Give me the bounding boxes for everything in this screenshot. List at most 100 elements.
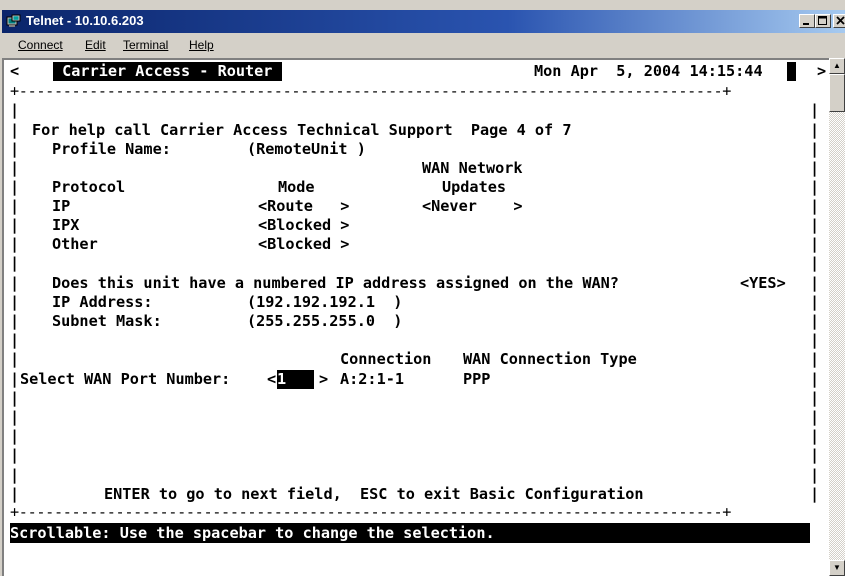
close-button[interactable] bbox=[833, 14, 845, 28]
wan-port-label: Select WAN Port Number: bbox=[20, 370, 231, 388]
border-left-12: | bbox=[10, 312, 20, 330]
terminal-screen[interactable]: < Carrier Access - Router Mon Apr 5, 200… bbox=[2, 58, 829, 576]
wan-port-number-padding bbox=[286, 370, 313, 388]
border-right-21: | bbox=[810, 485, 820, 503]
protocol-other: Other bbox=[52, 235, 98, 253]
border-left-19: | bbox=[10, 446, 20, 464]
border-right-17: | bbox=[810, 408, 820, 426]
header-title: Carrier Access - Router bbox=[53, 62, 282, 81]
help-line: For help call Carrier Access Technical S… bbox=[32, 121, 572, 139]
border-right-14: | bbox=[810, 350, 820, 368]
border-left-6: | bbox=[10, 197, 20, 215]
border-right-16: | bbox=[810, 389, 820, 407]
mode-other-selector[interactable]: <Blocked > bbox=[258, 235, 349, 254]
border-left-10: | bbox=[10, 274, 20, 292]
profile-name-label: Profile Name: bbox=[52, 140, 171, 158]
mode-ip-selector[interactable]: <Route > bbox=[258, 197, 349, 216]
border-left-13: | bbox=[10, 331, 20, 349]
border-left-3: | bbox=[10, 140, 20, 158]
border-left-4: | bbox=[10, 159, 20, 177]
border-left-18: | bbox=[10, 427, 20, 445]
border-right-12: | bbox=[810, 312, 820, 330]
minimize-icon bbox=[803, 23, 809, 25]
border-right-7: | bbox=[810, 216, 820, 234]
telnet-app-icon bbox=[6, 14, 21, 28]
footer-hint: ENTER to go to next field, ESC to exit B… bbox=[104, 485, 644, 503]
border-right-6: | bbox=[810, 197, 820, 215]
text-cursor bbox=[787, 62, 796, 81]
menu-connect[interactable]: Connect bbox=[18, 38, 63, 52]
menu-terminal[interactable]: Terminal bbox=[123, 38, 168, 52]
status-line: Scrollable: Use the spacebar to change t… bbox=[10, 523, 810, 543]
header-datetime: Mon Apr 5, 2004 14:15:44 bbox=[534, 62, 763, 80]
terminal-text-area: < Carrier Access - Router Mon Apr 5, 200… bbox=[10, 60, 827, 560]
border-right-19: | bbox=[810, 446, 820, 464]
mode-ipx-selector[interactable]: <Blocked > bbox=[258, 216, 349, 235]
menu-bar: Connect Edit Terminal Help bbox=[2, 34, 845, 54]
maximize-icon bbox=[818, 16, 827, 25]
protocol-ip: IP bbox=[52, 197, 71, 215]
border-bottom: +---------------------------------------… bbox=[10, 503, 732, 521]
subnet-mask-field[interactable]: (255.255.255.0 ) bbox=[247, 312, 402, 331]
profile-name-field[interactable]: (RemoteUnit ) bbox=[247, 140, 366, 159]
title-bar[interactable]: Telnet - 10.10.6.203 bbox=[2, 10, 845, 33]
window-title: Telnet - 10.10.6.203 bbox=[26, 13, 144, 28]
minimize-button[interactable] bbox=[799, 14, 815, 28]
ip-address-label: IP Address: bbox=[52, 293, 153, 311]
numbered-ip-selector[interactable]: <YES> bbox=[740, 274, 786, 293]
connection-value: A:2:1-1 bbox=[340, 370, 405, 388]
border-right-4: | bbox=[810, 159, 820, 177]
subnet-mask-label: Subnet Mask: bbox=[52, 312, 162, 330]
menu-help[interactable]: Help bbox=[189, 38, 214, 52]
connection-header: Connection bbox=[340, 350, 432, 368]
ip-address-field[interactable]: (192.192.192.1 ) bbox=[247, 293, 402, 312]
wan-port-open-bracket: < bbox=[267, 370, 277, 388]
wan-port-number-value: 1 bbox=[277, 370, 287, 388]
updates-ip-selector[interactable]: <Never > bbox=[422, 197, 523, 216]
border-right-3: | bbox=[810, 140, 820, 158]
border-right-13: | bbox=[810, 331, 820, 349]
wan-connection-type-header: WAN Connection Type bbox=[463, 350, 637, 368]
wan-port-close-bracket: > bbox=[319, 370, 329, 388]
protocol-header: Protocol bbox=[52, 178, 126, 196]
border-left-15: | bbox=[10, 370, 20, 388]
border-left-14: | bbox=[10, 350, 20, 368]
border-left-8: | bbox=[10, 235, 20, 253]
updates-header: Updates bbox=[442, 178, 507, 196]
scroll-thumb[interactable] bbox=[829, 74, 845, 112]
border-right-15: | bbox=[810, 370, 820, 388]
border-left-16: | bbox=[10, 389, 20, 407]
border-left-20: | bbox=[10, 466, 20, 484]
border-right-11: | bbox=[810, 293, 820, 311]
telnet-window: Telnet - 10.10.6.203 Connect Edit Termin… bbox=[0, 0, 845, 576]
border-right-5: | bbox=[810, 178, 820, 196]
menu-edit-label: Edit bbox=[85, 38, 106, 52]
menu-edit[interactable]: Edit bbox=[85, 38, 106, 52]
border-right-20: | bbox=[810, 466, 820, 484]
border-left-5: | bbox=[10, 178, 20, 196]
mode-header: Mode bbox=[278, 178, 315, 196]
scroll-down-button[interactable]: ▼ bbox=[829, 560, 845, 576]
border-right-18: | bbox=[810, 427, 820, 445]
vertical-scrollbar[interactable]: ▲ ▼ bbox=[829, 58, 845, 576]
scroll-up-button[interactable]: ▲ bbox=[829, 58, 845, 74]
header-left-arrow: < bbox=[10, 62, 20, 80]
scroll-down-arrow-icon: ▼ bbox=[833, 563, 841, 572]
protocol-ipx: IPX bbox=[52, 216, 80, 234]
menu-terminal-label: Terminal bbox=[123, 38, 169, 52]
border-right-2: | bbox=[810, 121, 820, 139]
border-left-1: | bbox=[10, 101, 20, 119]
border-right-8: | bbox=[810, 235, 820, 253]
border-right-9: | bbox=[810, 254, 820, 272]
scroll-up-arrow-icon: ▲ bbox=[833, 61, 841, 70]
wan-port-number-field[interactable]: 1 bbox=[277, 370, 314, 389]
menu-help-label: Help bbox=[189, 38, 214, 52]
maximize-button[interactable] bbox=[815, 14, 831, 28]
header-right-arrow: > bbox=[817, 62, 827, 80]
border-left-21: | bbox=[10, 485, 20, 503]
border-left-2: | bbox=[10, 121, 20, 139]
border-right-10: | bbox=[810, 274, 820, 292]
border-top: +---------------------------------------… bbox=[10, 82, 732, 100]
connection-type-value: PPP bbox=[463, 370, 491, 388]
close-icon bbox=[836, 16, 845, 25]
